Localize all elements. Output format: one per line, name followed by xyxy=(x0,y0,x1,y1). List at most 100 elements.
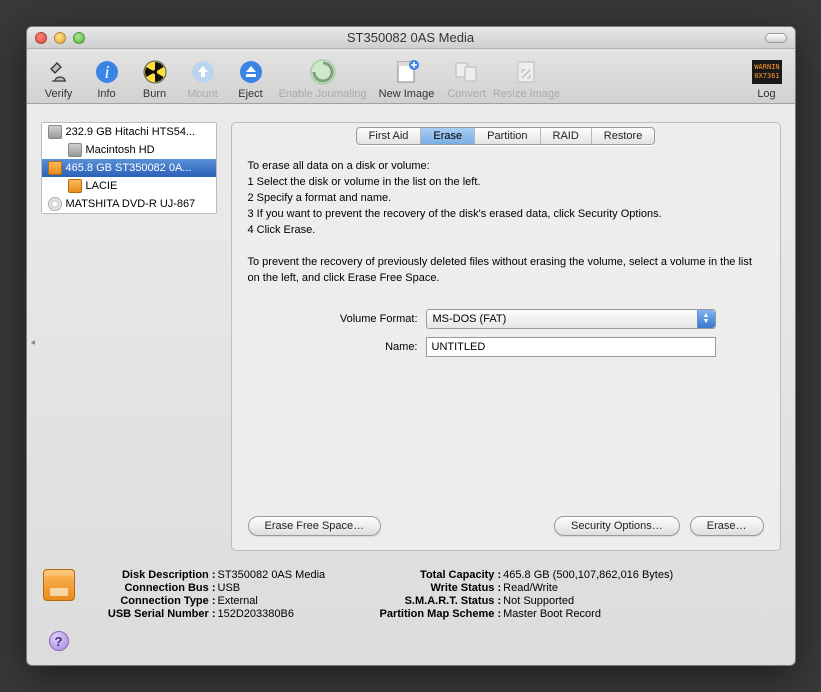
write-status-value: Read/Write xyxy=(501,582,558,594)
disk-list-item[interactable]: LACIE xyxy=(42,177,216,195)
resize-icon xyxy=(511,56,543,88)
disk-list-item[interactable]: Macintosh HD xyxy=(42,141,216,159)
toolbar: Verify i Info Burn Mount Eject xyxy=(27,49,795,104)
radiation-icon xyxy=(139,56,171,88)
svg-text:0X7361: 0X7361 xyxy=(754,72,779,80)
external-disk-icon xyxy=(68,179,82,193)
connection-type-key: Connection Type : xyxy=(91,595,216,607)
convert-icon xyxy=(451,56,483,88)
optical-drive-icon xyxy=(48,197,62,211)
erase-free-space-button[interactable]: Erase Free Space… xyxy=(248,516,382,536)
help-button[interactable]: ? xyxy=(49,631,69,651)
info-icon: i xyxy=(91,56,123,88)
new-image-button[interactable]: New Image xyxy=(371,56,443,100)
instruction-line: 3 If you want to prevent the recovery of… xyxy=(248,207,764,223)
tab-partition[interactable]: Partition xyxy=(475,128,540,144)
log-button[interactable]: WARNIN0X7361 Log xyxy=(747,56,787,100)
dropdown-arrows-icon: ▲▼ xyxy=(697,310,715,328)
verify-label: Verify xyxy=(45,88,73,100)
erase-button-row: Erase Free Space… Security Options… Eras… xyxy=(248,516,764,536)
disk-item-label: LACIE xyxy=(86,180,118,192)
minimize-window-button[interactable] xyxy=(54,32,66,44)
volume-format-label: Volume Format: xyxy=(288,313,418,325)
titlebar: ST350082 0AS Media xyxy=(27,27,795,49)
write-status-key: Write Status : xyxy=(351,582,501,594)
name-row: Name: xyxy=(288,337,764,357)
window-controls xyxy=(27,32,85,44)
tab-bar: First Aid Erase Partition RAID Restore xyxy=(248,127,764,145)
convert-label: Convert xyxy=(447,88,486,100)
disk-item-label: Macintosh HD xyxy=(86,144,155,156)
eject-button[interactable]: Eject xyxy=(227,56,275,100)
mount-icon xyxy=(187,56,219,88)
eject-icon xyxy=(235,56,267,88)
disk-description-value: ST350082 0AS Media xyxy=(216,569,326,581)
microscope-icon xyxy=(43,56,75,88)
convert-button[interactable]: Convert xyxy=(443,56,491,100)
content-panel: First Aid Erase Partition RAID Restore T… xyxy=(231,122,781,551)
tabs: First Aid Erase Partition RAID Restore xyxy=(356,127,656,145)
instruction-line: 4 Click Erase. xyxy=(248,223,764,239)
instruction-line: To erase all data on a disk or volume: xyxy=(248,159,764,175)
new-image-label: New Image xyxy=(379,88,435,100)
tab-first-aid[interactable]: First Aid xyxy=(357,128,422,144)
warning-log-icon: WARNIN0X7361 xyxy=(751,56,783,88)
enable-journaling-label: Enable Journaling xyxy=(278,88,366,100)
volume-format-row: Volume Format: MS-DOS (FAT) ▲▼ xyxy=(288,309,764,329)
connection-bus-value: USB xyxy=(216,582,241,594)
main-area: 232.9 GB Hitachi HTS54... Macintosh HD 4… xyxy=(27,104,795,559)
info-button[interactable]: i Info xyxy=(83,56,131,100)
volume-format-select[interactable]: MS-DOS (FAT) ▲▼ xyxy=(426,309,716,329)
disk-list-item[interactable]: MATSHITA DVD-R UJ-867 xyxy=(42,195,216,213)
internal-disk-icon xyxy=(48,125,62,139)
tab-restore[interactable]: Restore xyxy=(592,128,655,144)
sidebar-wrapper: 232.9 GB Hitachi HTS54... Macintosh HD 4… xyxy=(41,122,217,551)
svg-text:i: i xyxy=(104,62,109,82)
instruction-line: 1 Select the disk or volume in the list … xyxy=(248,175,764,191)
erase-button[interactable]: Erase… xyxy=(690,516,764,536)
connection-bus-key: Connection Bus : xyxy=(91,582,216,594)
info-label: Info xyxy=(97,88,115,100)
internal-disk-icon xyxy=(68,143,82,157)
external-disk-large-icon xyxy=(43,569,75,601)
connection-type-value: External xyxy=(216,595,258,607)
resize-image-button[interactable]: Resize Image xyxy=(491,56,563,100)
enable-journaling-button[interactable]: Enable Journaling xyxy=(275,56,371,100)
burn-label: Burn xyxy=(143,88,166,100)
mount-label: Mount xyxy=(187,88,218,100)
verify-button[interactable]: Verify xyxy=(35,56,83,100)
burn-button[interactable]: Burn xyxy=(131,56,179,100)
disk-list-item-selected[interactable]: 465.8 GB ST350082 0A... xyxy=(42,159,216,177)
disk-item-label: 232.9 GB Hitachi HTS54... xyxy=(66,126,196,138)
resize-image-label: Resize Image xyxy=(493,88,560,100)
log-label: Log xyxy=(757,88,775,100)
info-footer: ? Disk Description : ST350082 0AS Media … xyxy=(27,559,795,665)
footer-icons: ? xyxy=(41,569,77,651)
close-window-button[interactable] xyxy=(35,32,47,44)
disk-item-label: 465.8 GB ST350082 0A... xyxy=(66,162,192,174)
mount-button[interactable]: Mount xyxy=(179,56,227,100)
volume-format-value: MS-DOS (FAT) xyxy=(433,313,507,325)
eject-label: Eject xyxy=(238,88,262,100)
usb-serial-key: USB Serial Number : xyxy=(91,608,216,620)
smart-status-value: Not Supported xyxy=(501,595,574,607)
partition-scheme-value: Master Boot Record xyxy=(501,608,601,620)
volume-name-input[interactable] xyxy=(426,337,716,357)
external-disk-icon xyxy=(48,161,62,175)
toolbar-toggle-pill[interactable] xyxy=(765,33,787,43)
disk-list[interactable]: 232.9 GB Hitachi HTS54... Macintosh HD 4… xyxy=(41,122,217,214)
disk-list-item[interactable]: 232.9 GB Hitachi HTS54... xyxy=(42,123,216,141)
instruction-paragraph: To prevent the recovery of previously de… xyxy=(248,255,764,287)
tab-erase[interactable]: Erase xyxy=(421,128,475,144)
tab-raid[interactable]: RAID xyxy=(541,128,592,144)
zoom-window-button[interactable] xyxy=(73,32,85,44)
journal-icon xyxy=(307,56,339,88)
disk-utility-window: ST350082 0AS Media Verify i Info Burn xyxy=(26,26,796,666)
sidebar-resize-handle[interactable]: ◂ xyxy=(31,337,37,357)
window-title: ST350082 0AS Media xyxy=(27,30,795,45)
footer-col-right: Total Capacity : 465.8 GB (500,107,862,0… xyxy=(351,569,673,651)
name-label: Name: xyxy=(288,341,418,353)
security-options-button[interactable]: Security Options… xyxy=(554,516,680,536)
footer-columns: Disk Description : ST350082 0AS Media Co… xyxy=(91,569,781,651)
partition-scheme-key: Partition Map Scheme : xyxy=(351,608,501,620)
